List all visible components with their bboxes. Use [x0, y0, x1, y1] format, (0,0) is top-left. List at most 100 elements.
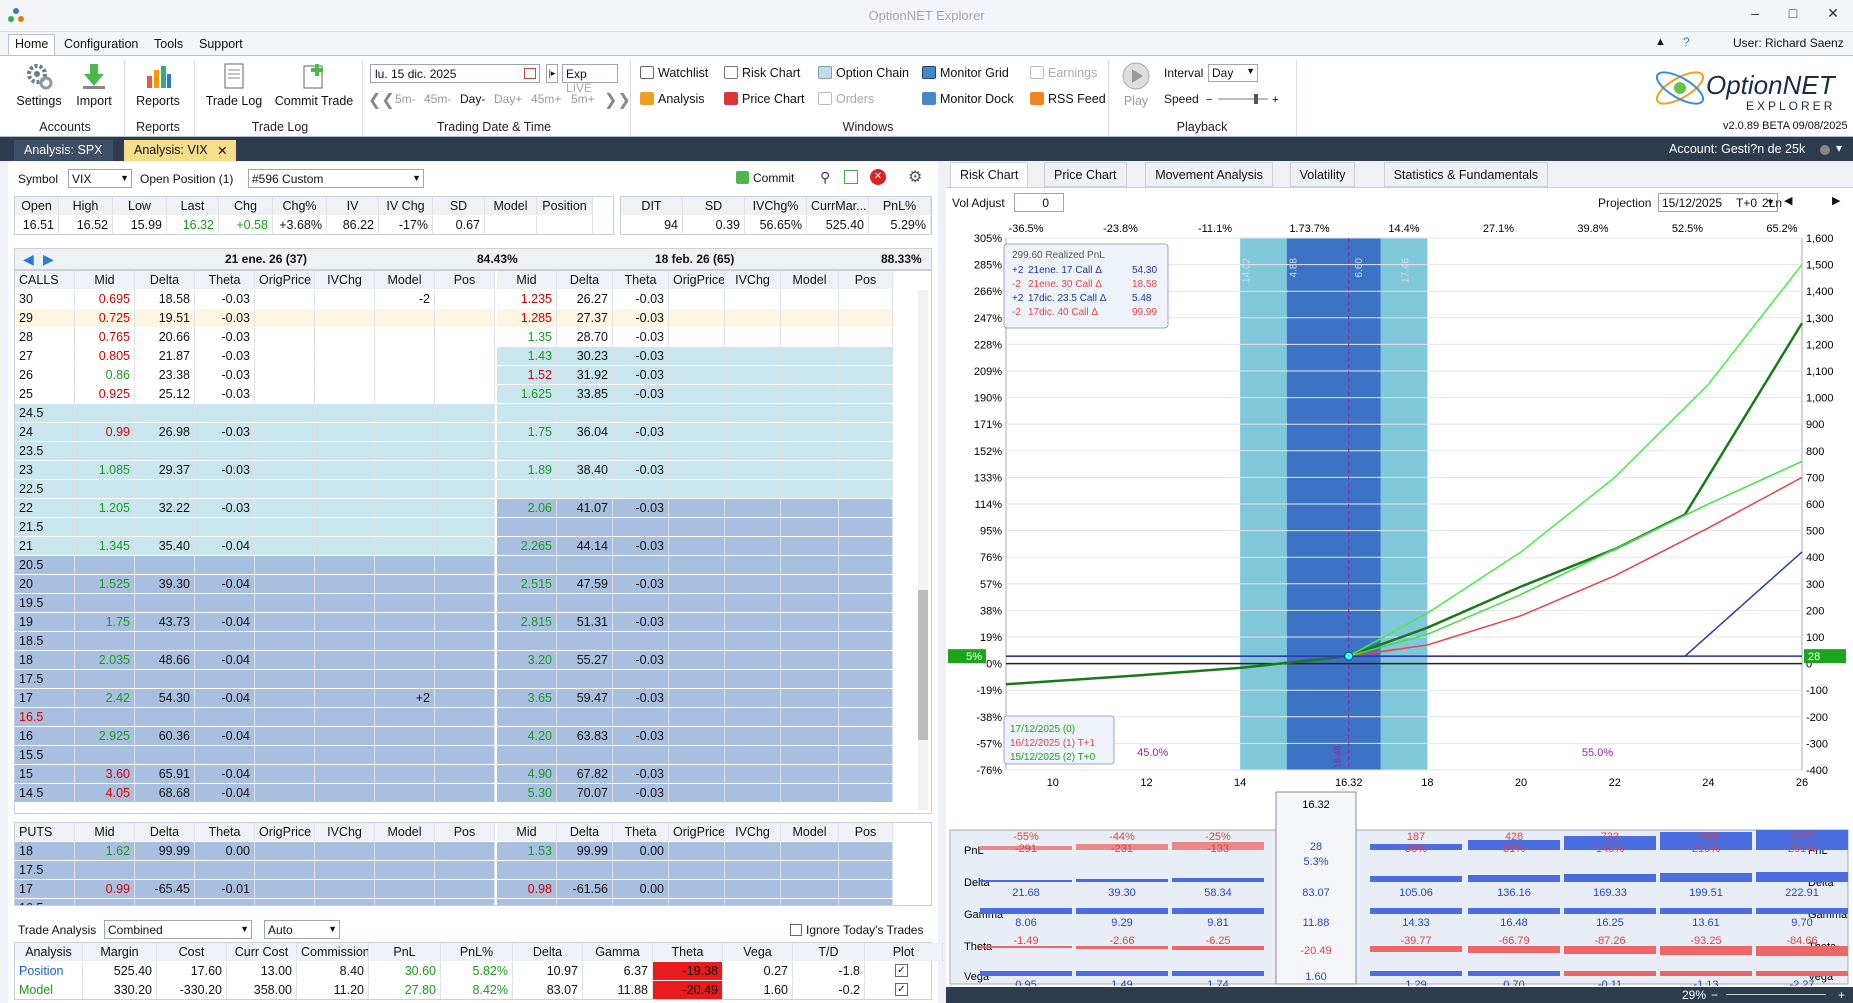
- tab-analysis-spx[interactable]: Analysis: SPX: [14, 140, 113, 161]
- chart-tab-2[interactable]: Movement Analysis: [1145, 162, 1273, 187]
- chart-tab-4[interactable]: Statistics & Fundamentals: [1383, 162, 1549, 187]
- grid-export-icon[interactable]: [844, 170, 858, 184]
- cell-right-pos: [839, 727, 893, 745]
- zoom-slider[interactable]: [1726, 994, 1826, 995]
- help-icon[interactable]: ?: [1683, 35, 1690, 49]
- price-chart-button[interactable]: Price Chart: [724, 92, 805, 106]
- calendar-icon[interactable]: [524, 68, 536, 79]
- analysis-button[interactable]: Analysis: [640, 92, 705, 106]
- cell-theta: -0.04: [195, 689, 255, 707]
- exp-live-toggle[interactable]: Exp LIVE: [562, 64, 618, 95]
- trade-log-button[interactable]: Trade Log: [204, 62, 264, 108]
- cell-right-theta: -0.03: [613, 328, 669, 346]
- chart-tab-3[interactable]: Volatility: [1289, 162, 1356, 187]
- current-point: [1344, 651, 1354, 661]
- menu-chevron-icon[interactable]: ▾: [1836, 141, 1842, 155]
- step-5m-back[interactable]: 5m-: [395, 92, 416, 106]
- next-projection-icon[interactable]: ▶: [1832, 194, 1840, 207]
- step-day-back[interactable]: Day-: [460, 92, 485, 106]
- step-45m-back[interactable]: 45m-: [424, 92, 451, 106]
- zoom-in-icon[interactable]: +: [1838, 988, 1845, 1002]
- tab-analysis-vix[interactable]: Analysis: VIX ✕: [124, 140, 236, 161]
- step-45m-forward[interactable]: 45m+: [531, 92, 561, 106]
- cell-right-delta: [557, 861, 613, 879]
- symbol-select[interactable]: VIX ▼: [68, 169, 132, 188]
- monitor-dock-button[interactable]: Monitor Dock: [922, 92, 1014, 106]
- monitor-grid-button[interactable]: Monitor Grid: [922, 66, 1009, 80]
- rss-icon: [1030, 92, 1044, 105]
- trading-date-input[interactable]: lu. 15 dic. 2025: [370, 64, 540, 83]
- menu-tools[interactable]: Tools: [148, 35, 189, 53]
- calls-scrollbar[interactable]: [918, 290, 928, 810]
- next-expiry-icon[interactable]: ▶: [43, 251, 54, 268]
- step-5m-forward[interactable]: 5m+: [571, 92, 595, 106]
- ta-cell-8: 11.88: [583, 981, 653, 999]
- import-button[interactable]: Import: [70, 62, 118, 108]
- menu-configuration[interactable]: Configuration: [58, 35, 144, 53]
- pnl-bottom-value: 140%: [1596, 843, 1624, 855]
- plot-checkbox[interactable]: ✓: [895, 964, 908, 977]
- menu-support[interactable]: Support: [193, 35, 249, 53]
- cell-pos: [435, 689, 495, 707]
- vol-adjust-label: Vol Adjust: [952, 196, 1005, 210]
- left-axis-tick: 57%: [980, 579, 1002, 591]
- cell-right-theta: -0.03: [613, 385, 669, 403]
- risk-chart-button[interactable]: Risk Chart: [724, 66, 800, 80]
- cell-right-model: [781, 651, 839, 669]
- collapse-ribbon-icon[interactable]: ▲: [1655, 36, 1666, 48]
- auto-select[interactable]: Auto ▼: [264, 920, 340, 939]
- chart-tab-0[interactable]: Risk Chart: [950, 162, 1029, 187]
- rss-feed-button[interactable]: RSS Feed: [1030, 92, 1106, 106]
- fast-forward-icon[interactable]: ❯❯: [604, 90, 631, 110]
- cell-theta: 0.00: [195, 842, 255, 860]
- delete-icon[interactable]: ✕: [870, 169, 886, 185]
- commit-trade-button[interactable]: Commit Trade: [272, 62, 356, 108]
- rewind-icon[interactable]: ❮❮: [368, 90, 395, 110]
- open-position-select[interactable]: #596 Custom ▼: [248, 169, 424, 188]
- vol-adjust-spinner[interactable]: 0: [1014, 193, 1064, 212]
- watchlist-button[interactable]: Watchlist: [640, 66, 708, 80]
- prev-projection-icon[interactable]: ◀: [1784, 194, 1792, 207]
- ignore-today-checkbox[interactable]: Ignore Today's Trades: [790, 923, 923, 937]
- projection-date-select[interactable]: 15/12/2025 ▼: [1658, 193, 1778, 212]
- settings-gear-icon[interactable]: ⚙: [908, 167, 922, 187]
- strike-cell: 27: [15, 347, 75, 365]
- cell-right-delta: 59.47: [557, 689, 613, 707]
- cell-origprice: [255, 480, 315, 498]
- prev-expiry-icon[interactable]: ◀: [23, 251, 34, 268]
- step-day-forward[interactable]: Day+: [494, 92, 522, 106]
- cell-right-theta: 0.00: [613, 842, 669, 860]
- chart-tab-1[interactable]: Price Chart: [1044, 162, 1127, 187]
- right-axis-tick: 700: [1806, 472, 1824, 484]
- commit-button[interactable]: Commit: [736, 171, 794, 185]
- zoom-out-icon[interactable]: −: [1711, 988, 1718, 1002]
- cell-delta: [135, 632, 195, 650]
- settings-button[interactable]: Settings: [12, 62, 66, 108]
- close-window-icon[interactable]: ✕: [1818, 5, 1848, 22]
- ta-cell-1: 330.20: [83, 981, 157, 999]
- play-button[interactable]: Play: [1118, 62, 1154, 108]
- earnings-button[interactable]: Earnings: [1030, 66, 1097, 80]
- zoom-icon[interactable]: ⚲: [820, 169, 830, 186]
- left-axis-tick: 38%: [980, 605, 1002, 617]
- step-icon[interactable]: |▸: [546, 64, 558, 83]
- risk-chart[interactable]: 305% 1,600285% 1,500266% 1,400247% 1,300228%…: [946, 214, 1853, 829]
- maximize-icon[interactable]: □: [1778, 5, 1808, 21]
- trade-analysis-select[interactable]: Combined ▼: [104, 920, 252, 939]
- option-chain-button[interactable]: Option Chain: [818, 66, 909, 80]
- cell-right-model: [781, 347, 839, 365]
- orders-button[interactable]: Orders: [818, 92, 874, 106]
- close-tab-icon[interactable]: ✕: [217, 143, 227, 158]
- grid-header-mid: Mid: [75, 823, 135, 841]
- plot-checkbox[interactable]: ✓: [895, 983, 908, 996]
- theta-value: -39.77: [1400, 935, 1431, 947]
- chevron-down-icon: ▼: [120, 173, 129, 183]
- left-axis-tick: 171%: [974, 419, 1002, 431]
- interval-select[interactable]: Day ▼: [1208, 64, 1258, 82]
- menu-home[interactable]: Home: [8, 34, 56, 55]
- reports-button[interactable]: Reports: [132, 62, 184, 108]
- grid-header-ivchg: IVChg: [315, 271, 375, 289]
- speed-slider[interactable]: − +: [1206, 92, 1282, 106]
- minimize-icon[interactable]: –: [1740, 5, 1770, 21]
- cell-right-origprice: [669, 727, 725, 745]
